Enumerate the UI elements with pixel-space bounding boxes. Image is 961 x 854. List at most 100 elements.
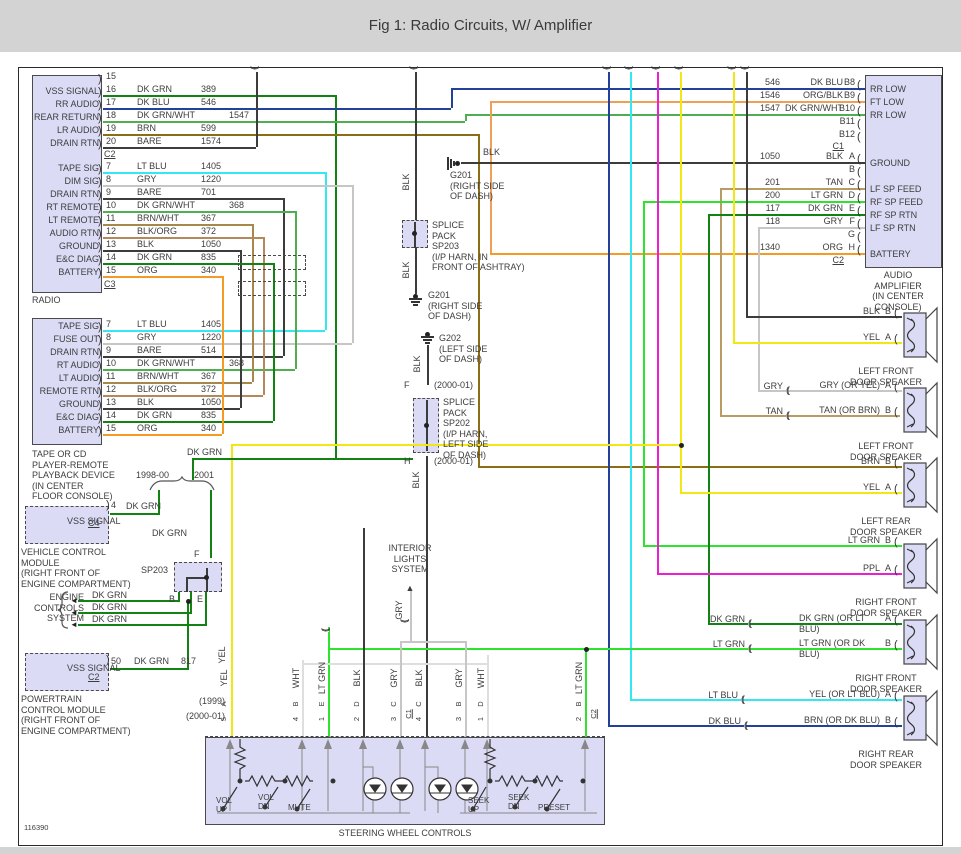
wire-brn [478,466,902,469]
wire-color-label: DK BLU [137,97,170,107]
wire-label: 4 [111,500,117,510]
circuit-number: 368 [229,358,245,368]
wire-blk [206,568,209,592]
wire-label: (( [739,68,749,70]
inline-connector-rail [238,255,306,270]
speaker-wire-label: TAN (OR BRN) [819,405,880,415]
pin-signal-label: RR AUDIO [55,99,99,109]
wire-label: F [404,380,410,390]
wire-color-label: BRN/WHT [137,213,179,223]
pin-letter: D [848,190,856,200]
speaker-wire-label: LT GRN [847,535,880,545]
circuit-number: 1050 [759,151,780,161]
circuit-number: 367 [201,213,217,223]
wire-dkblu [451,88,454,108]
wire-yel [680,72,683,492]
steering-pin-2000: 1 [316,716,326,722]
ground-g201-bottom [408,298,422,300]
wire-color-label: DK GRN [137,252,173,262]
ground-g201-top-label: G201 (RIGHT SIDE OF DASH) [450,170,505,201]
pin-signal-label: GROUND [59,399,99,409]
wire-label: DK GRN [92,614,128,624]
wire-dkgrn [178,592,181,602]
pin-signal-label: BATTERY [870,249,911,259]
wire-org [103,276,222,279]
pin-number: 19 [106,123,117,133]
pin-bracket: ( [894,639,898,651]
pin-number: 20 [106,136,117,146]
wire-brnwht [252,224,255,382]
wire-tan [720,188,723,415]
circuit-number: 546 [764,77,780,87]
wire-grnwht [103,369,295,372]
speaker-pin-letter: A [885,332,892,342]
steering-pin-2000: 3 [388,716,398,722]
wire-ltgrn [328,627,331,737]
wire-label: F [194,549,200,559]
wire-label: (( [741,694,745,704]
pin-bracket: ( [894,333,898,345]
steering-button-label: PRESET [538,803,571,812]
ground-g201-bottom [410,301,420,303]
pin-signal-label: LR AUDIO [56,125,99,135]
wire-color-label: GRY [137,332,157,342]
wire-gry [465,643,468,737]
circuit-number: 514 [201,345,217,355]
pin-number: 14 [106,410,117,420]
wire-label: (( [726,68,736,70]
pin-number: 12 [106,384,117,394]
wire-label: (2000-01) [434,456,474,466]
pin-signal-label: REMOTE RTN [39,386,99,396]
pin-signal-label: DRAIN RTN [50,138,99,148]
circuit-number: 599 [201,123,217,133]
wire-ltblu [630,72,633,699]
steering-wire-color: YEL [218,669,229,687]
wire-label: ) [106,499,110,511]
wire-label: (2000-01) [185,711,225,721]
ground-g201-top [455,160,460,166]
circuit-number: 367 [201,371,217,381]
pin-bracket: ( [894,406,898,418]
pcm-vss-label: VSS SIGNAL [67,663,121,673]
wire-label: H [404,456,411,466]
circuit-number: 1547 [759,103,780,113]
circuit-number: 1220 [201,332,222,342]
pcm-caption: POWERTRAIN CONTROL MODULE (RIGHT FRONT O… [21,694,131,736]
figure-code: 116390 [24,823,49,832]
steering-pin-2000: 1 [475,716,485,722]
ground-g202-label: G202 (LEFT SIDE OF DASH) [439,333,488,364]
wire-wht [302,660,305,737]
wire-org [490,253,865,256]
wire-label: (( [744,720,748,730]
steering-pin-2000: 2 [573,716,583,722]
junction-dot [583,646,589,652]
wire-label: BLK [410,471,421,489]
pin-number: 13 [106,397,117,407]
wire-blk [186,577,189,592]
wire-label: BLK [400,261,411,279]
pin-number: 14 [106,252,117,262]
speaker-caption: RIGHT REAR DOOR SPEAKER [849,749,923,770]
pin-signal-label: BATTERY [58,267,99,277]
junction-dot [411,230,417,236]
pin-letter: H [848,242,856,252]
wire-blk [415,72,418,220]
wire-grnwht [465,114,865,117]
pin-signal-label: LT REMOTE [48,215,99,225]
pin-bracket: ( [857,166,861,178]
speaker-pin-letter: B [885,535,892,545]
wire-color-label: DK GRN/WHT [137,358,195,368]
wire-blk [363,528,366,737]
steering-pin-1999: B [573,701,583,707]
wire-color-label: DK GRN [137,84,173,94]
wire-color-label: BLK [825,151,843,161]
wire-color-label: BRN [137,123,157,133]
pin-letter: C [848,177,856,187]
speaker-wire-label: DK GRN (OR LT BLU) [799,613,866,634]
pin-letter: B12 [838,129,855,139]
steering-button-label: VOL UP [216,796,233,814]
wire-label: ◄ [70,620,78,629]
wire-label: C2 [104,149,116,159]
wire-color-label: ORG/BLK [802,90,843,100]
wire-label: (( [786,385,790,395]
